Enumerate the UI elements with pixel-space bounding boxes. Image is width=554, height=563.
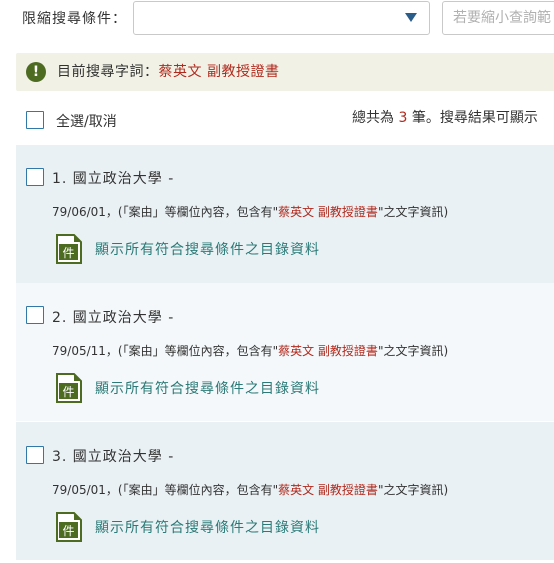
result-description: 79/05/01，(「案由」等欄位內容，包含有"蔡英文 副教授證書"之文字資訊) <box>52 482 448 498</box>
total-prefix: 總共為 <box>352 110 399 126</box>
total-suffix: 筆。搜尋結果可顯示 <box>407 110 538 126</box>
current-search-terms: 蔡英文 副教授證書 <box>158 64 280 80</box>
document-glyph: 件 <box>62 524 74 538</box>
result-desc-prefix: ，(「案由」等欄位內容，包含有" <box>105 205 279 219</box>
current-search-label: 目前搜尋字詞： <box>57 64 159 80</box>
document-icon[interactable]: 件 <box>56 234 82 264</box>
current-search-bar: ! 目前搜尋字詞：蔡英文 副教授證書 <box>16 53 554 91</box>
result-title[interactable]: 3. 國立政治大學 - <box>52 448 174 466</box>
result-row: 2. 國立政治大學 - 79/05/11，(「案由」等欄位內容，包含有"蔡英文 … <box>16 283 554 421</box>
result-checkbox[interactable] <box>26 168 44 186</box>
narrow-search-input[interactable] <box>442 1 554 35</box>
filter-label: 限縮搜尋條件： <box>22 11 127 27</box>
result-row: 1. 國立政治大學 - 79/06/01，(「案由」等欄位內容，包含有"蔡英文 … <box>16 145 554 283</box>
show-catalog-link[interactable]: 顯示所有符合搜尋條件之目錄資料 <box>95 241 320 259</box>
document-icon[interactable]: 件 <box>56 373 82 403</box>
result-desc-prefix: ，(「案由」等欄位內容，包含有" <box>105 344 279 358</box>
document-icon[interactable]: 件 <box>56 512 82 542</box>
current-search-text: 目前搜尋字詞：蔡英文 副教授證書 <box>57 63 279 81</box>
filter-select[interactable] <box>133 1 430 35</box>
document-glyph: 件 <box>62 246 74 260</box>
result-description: 79/05/11，(「案由」等欄位內容，包含有"蔡英文 副教授證書"之文字資訊) <box>52 343 448 359</box>
document-glyph: 件 <box>62 385 74 399</box>
result-date: 79/05/01 <box>52 483 106 497</box>
show-catalog-link[interactable]: 顯示所有符合搜尋條件之目錄資料 <box>95 519 320 537</box>
result-desc-suffix: "之文字資訊) <box>377 344 449 358</box>
result-desc-prefix: ，(「案由」等欄位內容，包含有" <box>105 483 279 497</box>
result-checkbox[interactable] <box>26 446 44 464</box>
result-desc-suffix: "之文字資訊) <box>377 483 449 497</box>
result-desc-suffix: "之文字資訊) <box>377 205 449 219</box>
result-desc-highlight: 蔡英文 副教授證書 <box>278 205 378 219</box>
result-date: 79/05/11 <box>52 344 106 358</box>
result-desc-highlight: 蔡英文 副教授證書 <box>278 344 378 358</box>
select-all-checkbox[interactable] <box>26 111 44 129</box>
result-date: 79/06/01 <box>52 205 106 219</box>
info-icon: ! <box>26 62 46 82</box>
result-row: 3. 國立政治大學 - 79/05/01，(「案由」等欄位內容，包含有"蔡英文 … <box>16 422 554 560</box>
result-title[interactable]: 2. 國立政治大學 - <box>52 309 174 327</box>
total-count-text: 總共為 3 筆。搜尋結果可顯示 <box>352 109 538 127</box>
show-catalog-link[interactable]: 顯示所有符合搜尋條件之目錄資料 <box>95 380 320 398</box>
result-title[interactable]: 1. 國立政治大學 - <box>52 170 174 188</box>
chevron-down-icon[interactable] <box>405 13 417 22</box>
select-all-label[interactable]: 全選/取消 <box>56 113 117 131</box>
result-checkbox[interactable] <box>26 306 44 324</box>
result-description: 79/06/01，(「案由」等欄位內容，包含有"蔡英文 副教授證書"之文字資訊) <box>52 204 448 220</box>
result-desc-highlight: 蔡英文 副教授證書 <box>278 483 378 497</box>
